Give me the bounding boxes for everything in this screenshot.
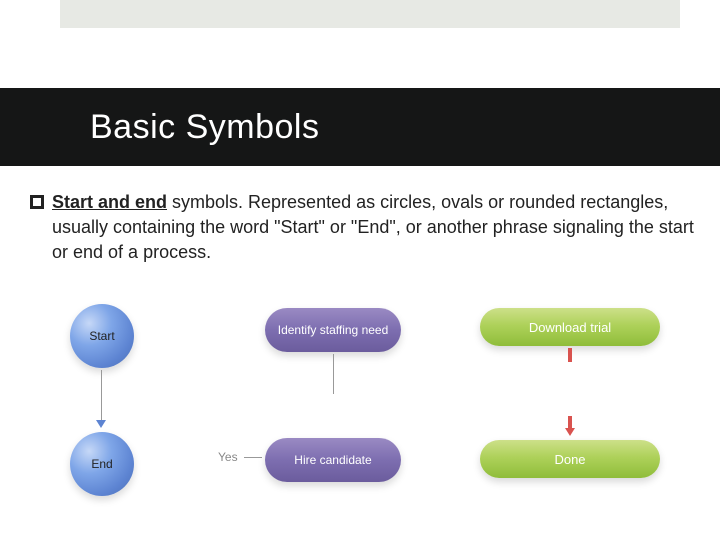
lead-term: Start and end [52,192,167,212]
connector-line [333,354,334,394]
end-label: End [91,457,112,471]
page-title: Basic Symbols [90,108,319,147]
red-arrow-stub [568,416,572,428]
connector-line [101,370,102,420]
terminator-end-circle: End [70,432,134,496]
body-content: Start and end symbols. Represented as ci… [30,190,700,266]
title-band: Basic Symbols [0,88,720,166]
diagram-area: Start End Identify staffing need Yes Hir… [0,290,720,510]
done-label: Done [554,452,585,467]
yes-label: Yes [218,450,238,464]
body-paragraph: Start and end symbols. Represented as ci… [52,190,700,266]
identify-label: Identify staffing need [278,323,389,337]
start-label: Start [89,329,114,343]
terminator-identify-rect: Identify staffing need [265,308,401,352]
terminator-download-pill: Download trial [480,308,660,346]
download-label: Download trial [529,320,611,335]
hire-label: Hire candidate [294,453,371,467]
bullet-row: Start and end symbols. Represented as ci… [30,190,700,266]
arrowhead-icon [96,420,106,428]
top-decor-strip [60,0,680,28]
terminator-done-pill: Done [480,440,660,478]
terminator-hire-rect: Hire candidate [265,438,401,482]
red-arrow-stub [568,348,572,362]
square-bullet-icon [30,195,44,209]
arrowhead-icon [565,428,575,436]
terminator-start-circle: Start [70,304,134,368]
connector-line [244,457,262,458]
